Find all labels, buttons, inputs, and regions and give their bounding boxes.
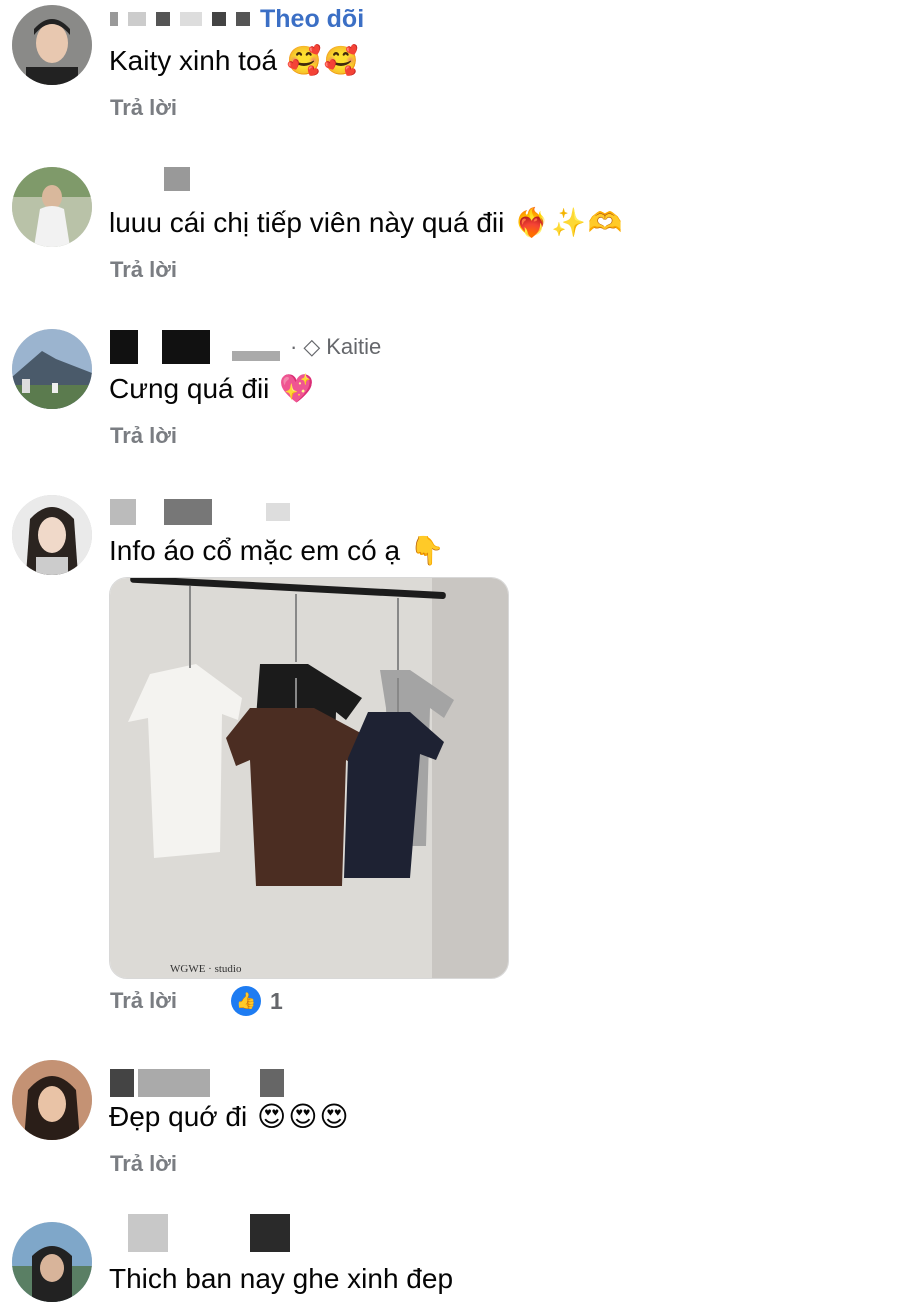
avatar[interactable] — [12, 329, 92, 409]
image-watermark: WGWE · studio — [170, 963, 242, 975]
heart-eyes-icon: 😍 — [319, 1100, 349, 1133]
comment-text: Thich ban nay ghe xinh đep — [109, 1263, 454, 1294]
attached-photo[interactable]: WGWE · studio — [109, 577, 509, 979]
commenter-name[interactable] — [110, 1066, 284, 1100]
comment-text: Kaity xinh toá 🥰🥰 — [109, 44, 359, 77]
commenter-name[interactable] — [110, 1214, 290, 1252]
heart-eyes-icon: 😍 — [288, 1100, 318, 1133]
commenter-name[interactable] — [110, 495, 290, 529]
commenter-name[interactable] — [110, 162, 190, 196]
comment-text: Info áo cổ mặc em có ạ 👇 — [109, 534, 445, 567]
member-tag: · ◇ Kaitie — [290, 334, 382, 359]
smiling-face-hearts-icon: 🥰 — [286, 44, 322, 77]
like-count[interactable]: 1 — [270, 988, 283, 1015]
comment-text: Cưng quá đii 💖 — [109, 372, 315, 405]
follow-link[interactable]: Theo dõi — [260, 5, 364, 34]
heart-on-fire-icon: ❤️‍🔥 — [514, 206, 550, 239]
thumbs-up-icon: 👍 — [231, 986, 261, 1016]
comment-text: luuu cái chị tiếp viên này quá đii ❤️‍🔥✨… — [109, 206, 623, 239]
sparkles-icon: ✨ — [551, 206, 586, 239]
avatar[interactable] — [12, 5, 92, 85]
reply-link[interactable]: Trả lời — [110, 95, 177, 121]
avatar[interactable] — [12, 1222, 92, 1302]
pointing-down-icon: 👇 — [409, 534, 445, 567]
commenter-name[interactable]: · ◇ Kaitie — [110, 330, 381, 364]
avatar[interactable] — [12, 495, 92, 575]
commenter-name[interactable]: Theo dõi — [110, 2, 364, 36]
reply-link[interactable]: Trả lời — [110, 257, 177, 283]
sparkling-heart-icon: 💖 — [279, 372, 315, 405]
avatar[interactable] — [12, 167, 92, 247]
heart-eyes-icon: 😍 — [257, 1100, 287, 1133]
reply-link[interactable]: Trả lời — [110, 988, 177, 1014]
heart-hands-icon: 🫶 — [587, 206, 623, 239]
diamond-icon: ◇ — [303, 334, 321, 359]
smiling-face-hearts-icon: 🥰 — [323, 44, 359, 77]
reply-link[interactable]: Trả lời — [110, 1151, 177, 1177]
comment-text: Đẹp quớ đi 😍😍😍 — [109, 1100, 349, 1133]
reply-link[interactable]: Trả lời — [110, 423, 177, 449]
avatar[interactable] — [12, 1060, 92, 1140]
